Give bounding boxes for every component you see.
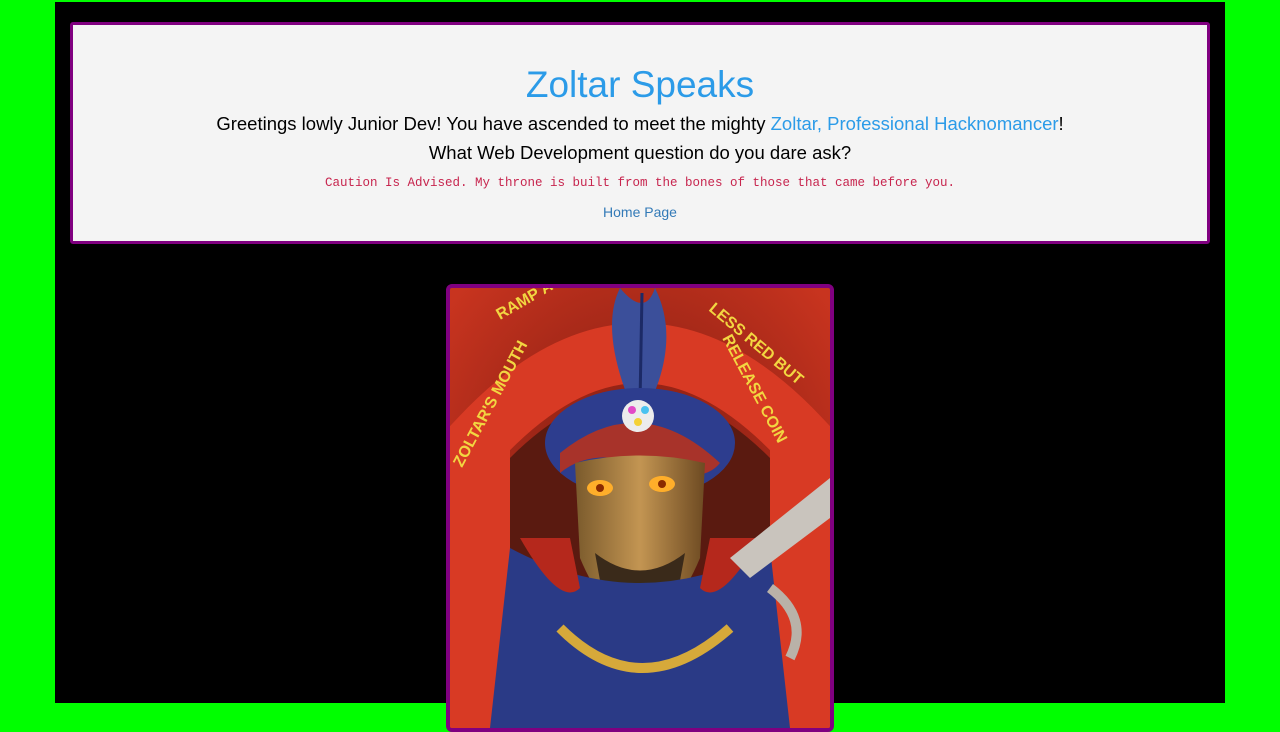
zoltar-portrait: ZOLTAR'S MOUTH RAMP A LESS RED BUT RELEA…: [446, 284, 834, 732]
caution-text: Caution Is Advised. My throne is built f…: [324, 176, 956, 190]
home-page-link[interactable]: Home Page: [73, 203, 1207, 221]
greeting-suffix: !: [1058, 113, 1064, 134]
greeting-prefix: Greetings lowly Junior Dev! You have asc…: [216, 113, 771, 134]
zoltar-illustration: ZOLTAR'S MOUTH RAMP A LESS RED BUT RELEA…: [450, 288, 830, 728]
greeting-text: Greetings lowly Junior Dev! You have asc…: [73, 112, 1207, 136]
zoltar-link[interactable]: Zoltar, Professional Hacknomancer: [771, 113, 1059, 134]
header-panel: Zoltar Speaks Greetings lowly Junior Dev…: [70, 22, 1210, 244]
page-title: Zoltar Speaks: [525, 64, 755, 105]
question-text: What Web Development question do you dar…: [428, 142, 852, 163]
main-container: Zoltar Speaks Greetings lowly Junior Dev…: [55, 2, 1225, 732]
